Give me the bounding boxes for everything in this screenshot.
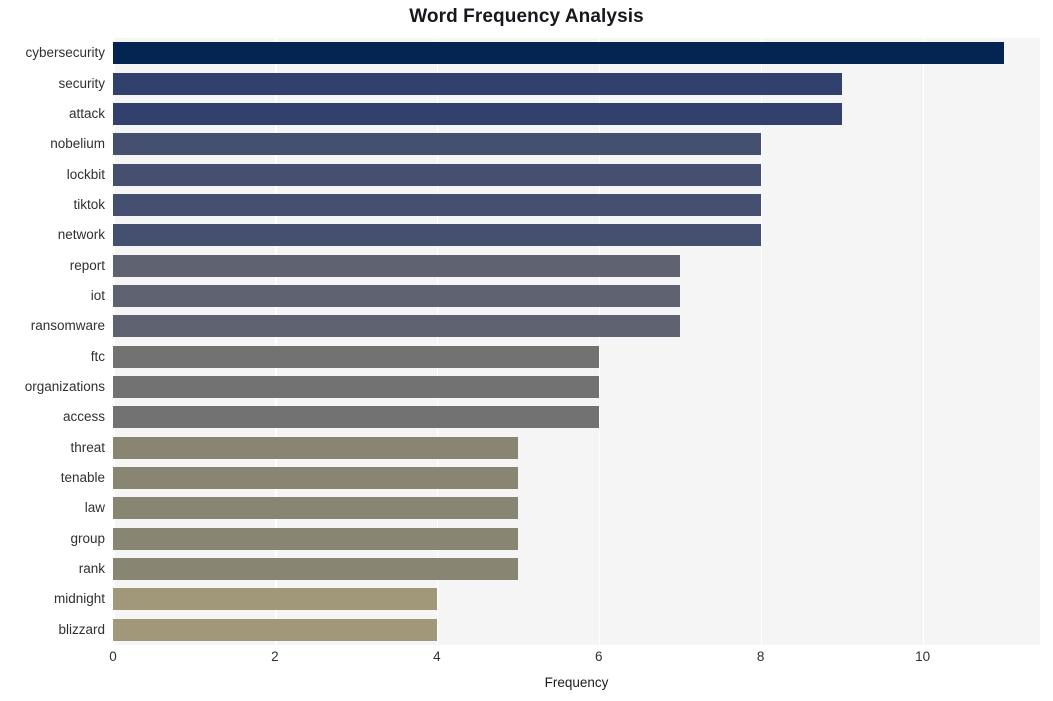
- bar-law: [113, 497, 518, 520]
- x-tick-label-8: 8: [756, 649, 765, 664]
- y-tick-label-blizzard: blizzard: [58, 621, 105, 637]
- y-tick-label-nobelium: nobelium: [50, 136, 105, 152]
- bar-cybersecurity: [113, 42, 1004, 65]
- bar-row: [113, 224, 1040, 247]
- bar-organizations: [113, 376, 599, 399]
- x-axis-tick-labels: 0 2 4 6 8 10: [0, 650, 1053, 674]
- bar-row: [113, 558, 1040, 581]
- y-tick-label-access: access: [62, 409, 105, 425]
- y-tick-label-network: network: [57, 227, 105, 243]
- bar-row: [113, 376, 1040, 399]
- bar-row: [113, 527, 1040, 550]
- bar-row: [113, 436, 1040, 459]
- y-tick-label-law: law: [84, 500, 105, 516]
- y-tick-label-ransomware: ransomware: [30, 318, 105, 334]
- bar-threat: [113, 436, 518, 459]
- plot-area: [113, 38, 1040, 645]
- bar-midnight: [113, 588, 437, 611]
- y-tick-label-organizations: organizations: [24, 379, 105, 395]
- bar-attack: [113, 102, 842, 125]
- y-tick-label-tiktok: tiktok: [73, 196, 105, 212]
- x-tick-label-0: 0: [109, 649, 117, 664]
- y-tick-label-iot: iot: [90, 287, 105, 303]
- x-axis-title: Frequency: [544, 675, 609, 690]
- y-tick-label-security: security: [58, 75, 105, 91]
- bar-row: [113, 467, 1040, 490]
- bar-lockbit: [113, 163, 761, 186]
- bar-iot: [113, 284, 680, 307]
- bar-row: [113, 284, 1040, 307]
- y-tick-label-report: report: [69, 257, 105, 273]
- bar-network: [113, 224, 761, 247]
- bar-row: [113, 406, 1040, 429]
- y-axis-tick-labels: cybersecurity security attack nobelium lockb…: [0, 38, 105, 645]
- bar-row: [113, 618, 1040, 641]
- bar-row: [113, 42, 1040, 65]
- bar-nobelium: [113, 133, 761, 156]
- x-tick-label-4: 4: [433, 649, 441, 664]
- bar-ftc: [113, 345, 599, 368]
- bar-ransomware: [113, 315, 680, 338]
- bar-row: [113, 163, 1040, 186]
- bar-tenable: [113, 467, 518, 490]
- bar-row: [113, 102, 1040, 125]
- y-tick-label-group: group: [70, 530, 105, 546]
- bar-report: [113, 254, 680, 277]
- bar-access: [113, 406, 599, 429]
- bar-tiktok: [113, 193, 761, 216]
- chart-title: Word Frequency Analysis: [409, 6, 644, 27]
- bar-row: [113, 254, 1040, 277]
- x-tick-label-6: 6: [594, 649, 603, 664]
- bar-row: [113, 588, 1040, 611]
- y-tick-label-ftc: ftc: [90, 348, 105, 364]
- bar-row: [113, 345, 1040, 368]
- y-tick-label-threat: threat: [70, 439, 105, 455]
- bar-security: [113, 72, 842, 95]
- bar-row: [113, 133, 1040, 156]
- x-tick-label-10: 10: [915, 649, 931, 664]
- y-tick-label-rank: rank: [78, 561, 105, 577]
- x-tick-label-2: 2: [271, 649, 279, 664]
- y-tick-label-lockbit: lockbit: [66, 166, 105, 182]
- bars-group: [113, 38, 1040, 645]
- bar-rank: [113, 558, 518, 581]
- y-tick-label-tenable: tenable: [60, 470, 105, 486]
- bar-row: [113, 72, 1040, 95]
- bar-row: [113, 315, 1040, 338]
- bar-blizzard: [113, 618, 437, 641]
- y-tick-label-cybersecurity: cybersecurity: [25, 45, 105, 61]
- bar-row: [113, 193, 1040, 216]
- bar-group: [113, 527, 518, 550]
- y-tick-label-midnight: midnight: [53, 591, 105, 607]
- bar-row: [113, 497, 1040, 520]
- y-tick-label-attack: attack: [68, 105, 105, 121]
- word-frequency-chart-figure: Word Frequency Analysis cybersecurity sec…: [0, 0, 1053, 701]
